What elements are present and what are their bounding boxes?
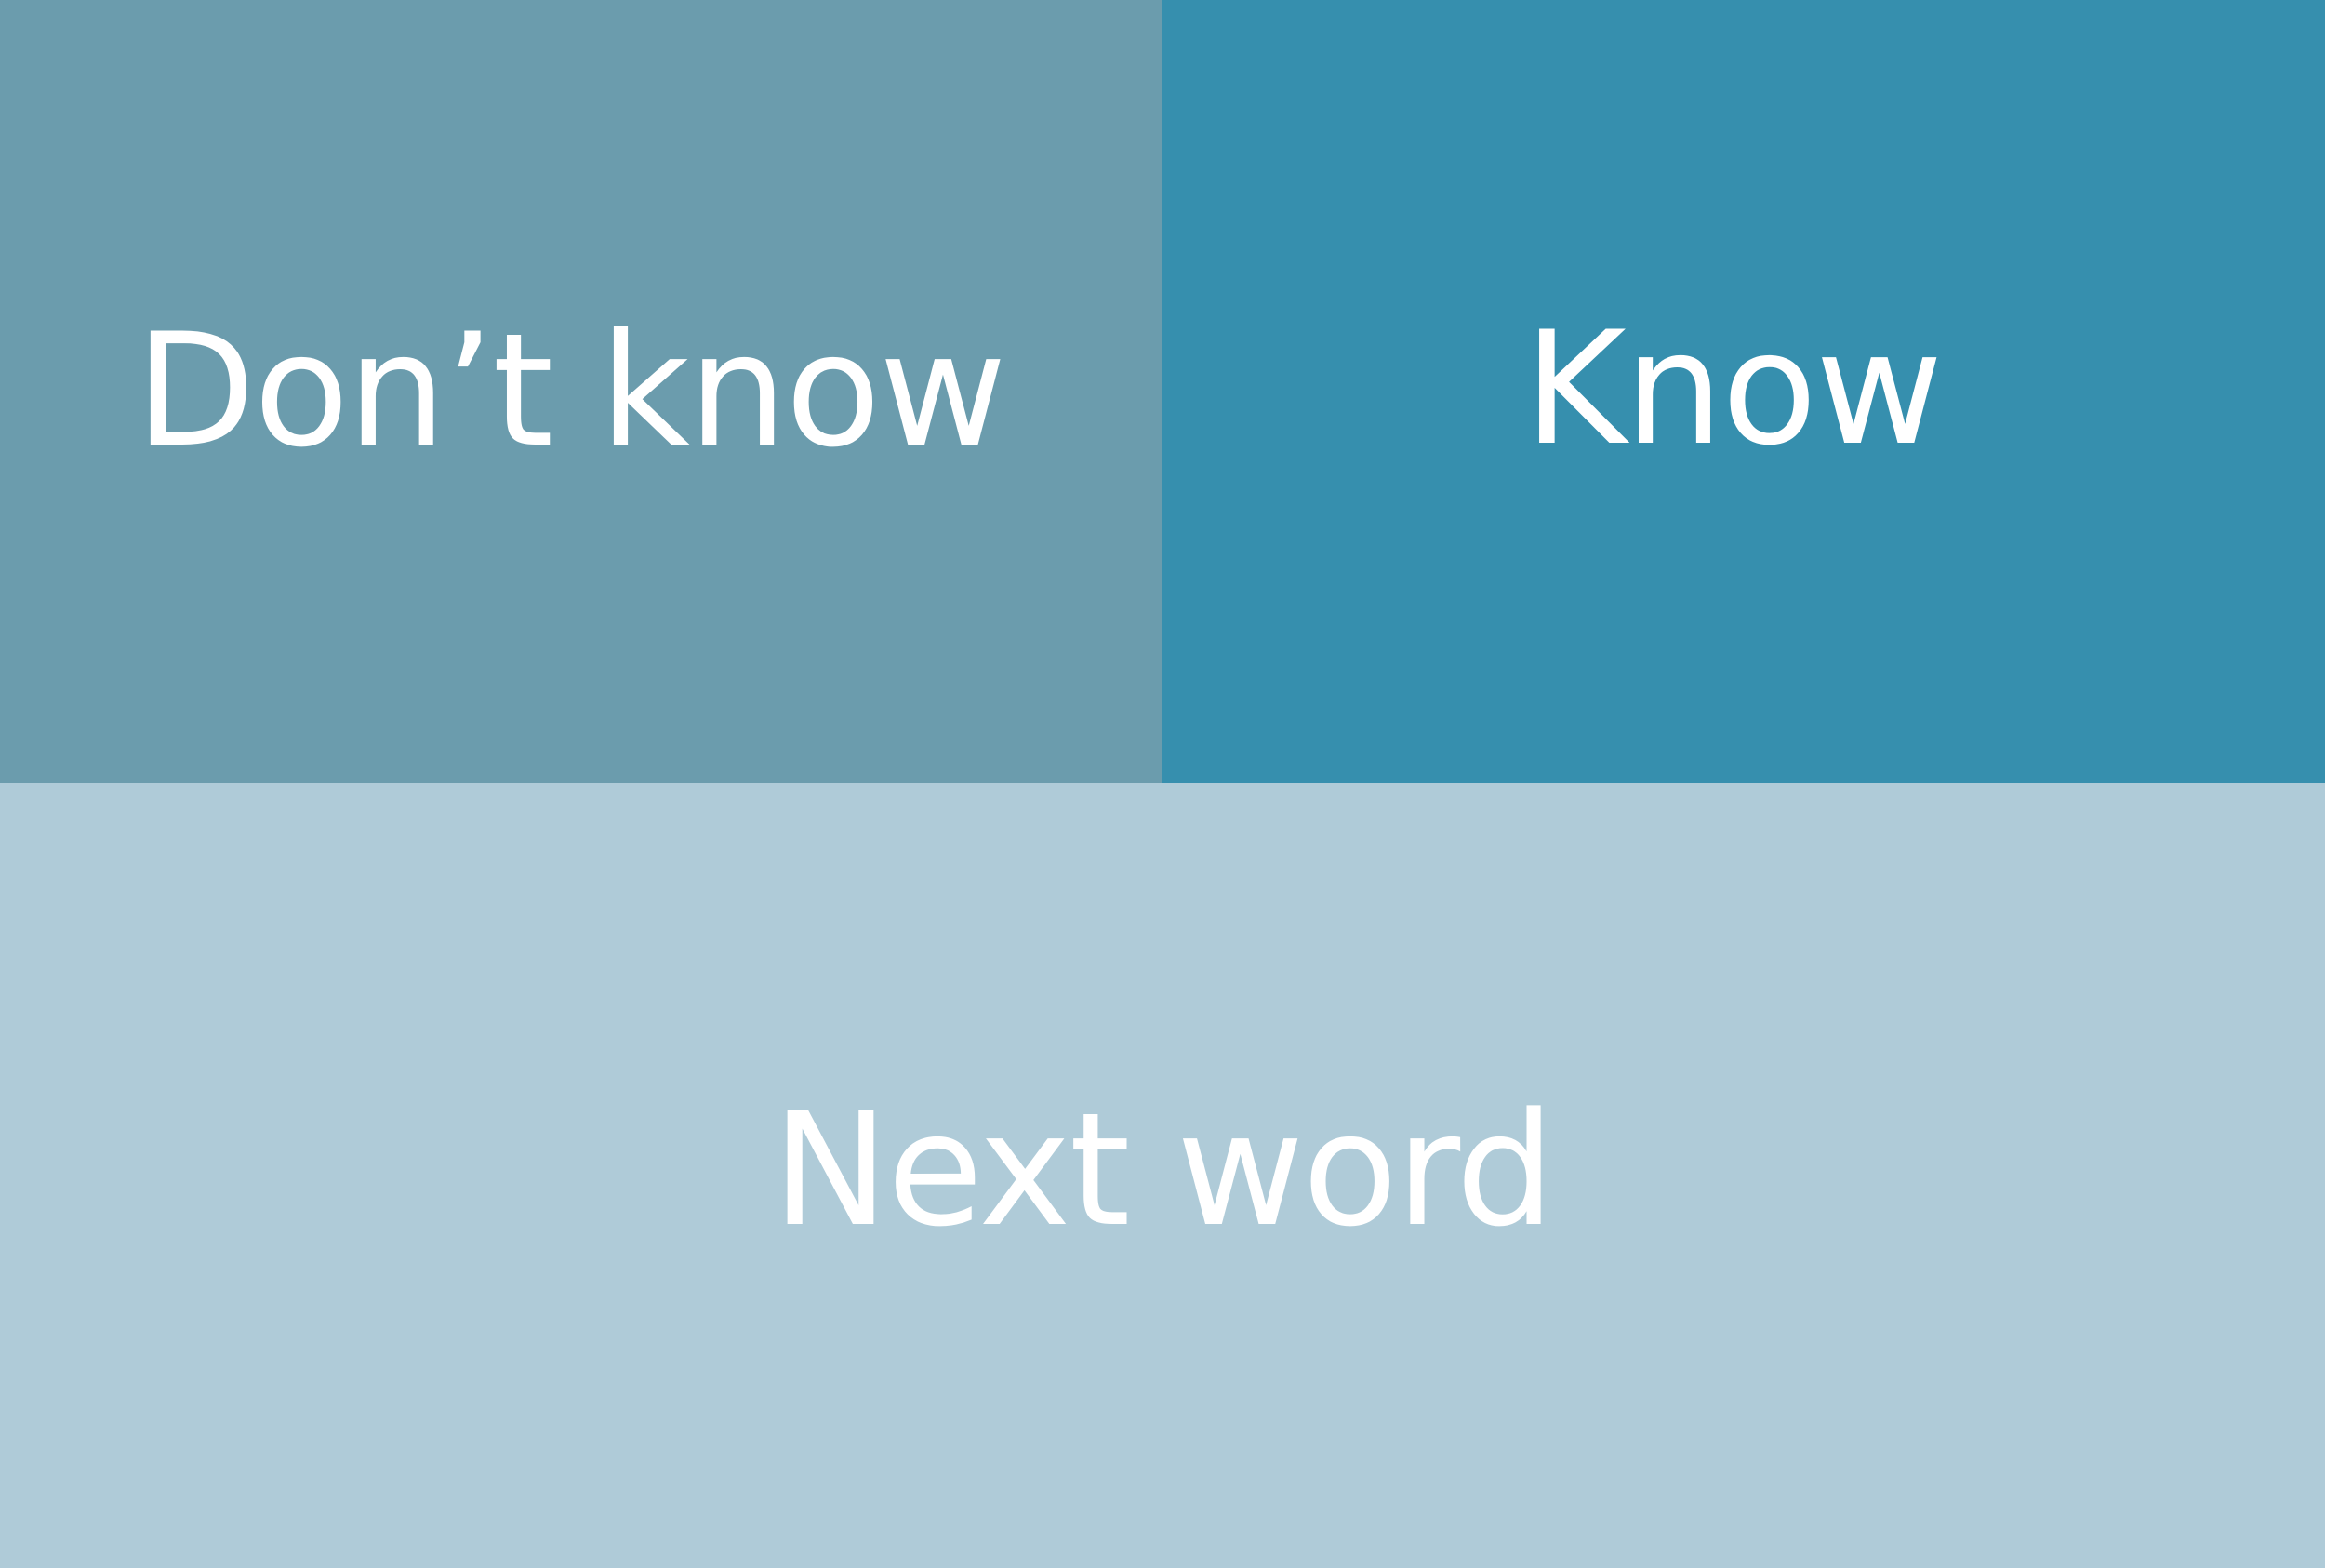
dont-know-label: Don’t know	[135, 299, 1006, 482]
dont-know-button[interactable]: Don’t know	[0, 0, 1162, 783]
next-word-button[interactable]: Next word	[0, 783, 2325, 1568]
next-word-label: Next word	[772, 1079, 1555, 1261]
know-button[interactable]: Know	[1162, 0, 2325, 783]
know-label: Know	[1523, 298, 1944, 480]
flashcard-screen: Don’t know Know Next word	[0, 0, 2325, 1568]
